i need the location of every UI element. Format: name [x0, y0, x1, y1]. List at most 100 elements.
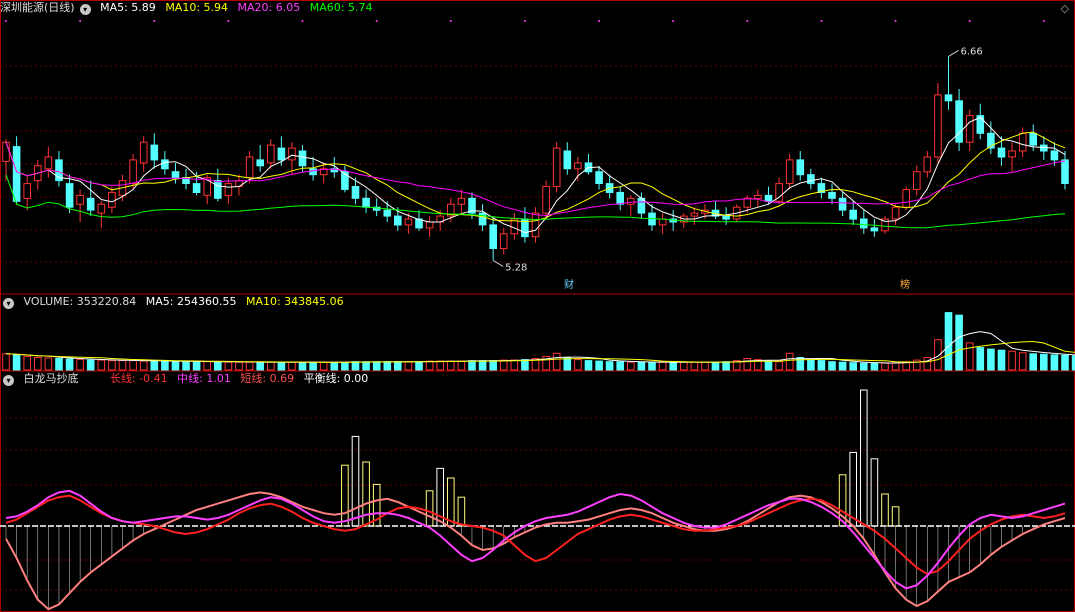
candle-up: [934, 94, 942, 158]
volume-bar-down: [351, 361, 360, 371]
marker-dot: [449, 20, 452, 22]
stock-title: 深圳能源(日线): [0, 1, 75, 14]
volume-bar-up: [574, 359, 582, 371]
volume-bar-up: [701, 361, 709, 371]
volume-bar-down: [192, 361, 201, 371]
volume-bar-up: [23, 355, 31, 371]
marker-dot: [375, 20, 378, 22]
candle-down: [860, 218, 868, 229]
volume-bar-up: [447, 360, 455, 371]
candle-down: [849, 209, 858, 220]
candle-down: [351, 186, 360, 199]
candle-down: [192, 183, 201, 194]
settings-icon[interactable]: ▾: [79, 4, 91, 15]
volume-bar-down: [171, 361, 180, 371]
volume-bar-down: [521, 359, 529, 371]
candle-up: [913, 171, 921, 190]
candle-down: [150, 144, 159, 161]
volume-bar-up: [627, 361, 635, 371]
volume-bar-up: [680, 361, 688, 371]
diamond-icon[interactable]: ◇: [1061, 2, 1069, 15]
candle-up: [97, 203, 106, 214]
volume-bar-down: [256, 361, 264, 371]
candle-down: [65, 183, 74, 208]
candle-up: [552, 147, 561, 188]
candle-up: [235, 180, 243, 188]
indicator-header: ▾ 白龙马抄底 长线: -0.41 中线: 1.01 短线: 0.69 平衡线:…: [0, 371, 374, 387]
volume-bar-down: [870, 362, 879, 371]
candle-up: [288, 147, 296, 161]
candle-down: [944, 94, 953, 102]
cai-badge[interactable]: 财: [562, 280, 576, 292]
volume-bar-up: [510, 359, 519, 371]
mid-line-label: 中线: 1.01: [177, 372, 231, 385]
candle-down: [171, 171, 180, 179]
volume-bar-down: [828, 361, 836, 371]
candle-down: [394, 215, 402, 226]
volume-bar-up: [108, 360, 116, 371]
candle-down: [870, 227, 879, 232]
signal-bar: [881, 493, 889, 527]
volume-bar-up: [288, 361, 296, 371]
volume-bar-down: [595, 360, 603, 371]
candle-up: [224, 183, 233, 196]
volume-bar-up: [457, 360, 466, 371]
volume-bar-up: [425, 360, 434, 371]
candle-down: [807, 174, 815, 185]
volume-ma5-label: MA5: 254360.55: [145, 295, 237, 308]
candle-up: [754, 194, 762, 199]
candle-down: [616, 191, 625, 205]
volume-bar-down: [309, 361, 317, 371]
candle-up: [139, 141, 148, 164]
volume-bar-down: [277, 361, 286, 371]
volume-bar-down: [1029, 353, 1038, 371]
bang-badge[interactable]: 榜: [898, 280, 912, 292]
volume-bar-down: [383, 361, 392, 371]
signal-bar: [891, 506, 900, 527]
volume-bar-up: [1008, 350, 1016, 371]
indicator-settings-icon[interactable]: ▾: [3, 375, 14, 386]
candle-up: [404, 218, 413, 226]
volume-settings-icon[interactable]: ▾: [3, 298, 14, 309]
volume-bar-up: [267, 361, 275, 371]
volume-bar-up: [319, 361, 328, 371]
volume-bar-up: [965, 342, 974, 371]
marker-dot: [1042, 20, 1045, 22]
volume-bar-down: [341, 361, 349, 371]
volume-bar-up: [690, 361, 699, 371]
volume-bar-up: [1018, 352, 1027, 371]
volume-bar-up: [775, 361, 783, 371]
volume-bar-up: [235, 361, 243, 371]
volume-bar-up: [2, 353, 10, 371]
volume-bar-up: [139, 360, 148, 371]
candle-up: [891, 206, 900, 220]
candle-up: [2, 141, 10, 162]
candle-up: [1008, 150, 1016, 158]
chart-stage: 6.66 5.28 深圳能源(日线) ▾ MA5: 5.89 MA10: 5.94 …: [0, 0, 1075, 612]
balance-line-label: 平衡线: 0.00: [303, 372, 369, 385]
volume-bar-up: [129, 360, 137, 371]
volume-ma10-label: MA10: 343845.06: [245, 295, 344, 308]
volume-bar-down: [669, 361, 678, 371]
volume-bar-down: [849, 362, 858, 371]
short-line-label: 短线: 0.69: [240, 372, 295, 385]
candle-up: [44, 156, 53, 170]
marker-dot: [968, 20, 971, 22]
volume-bar-down: [330, 361, 339, 371]
candle-down: [86, 197, 95, 211]
volume-bar-down: [415, 361, 423, 371]
volume-bar-up: [923, 357, 932, 371]
ma60-label: MA60: 5.74: [309, 1, 373, 14]
volume-bar-down: [987, 348, 995, 371]
volume-bar-up: [436, 360, 444, 371]
volume-bar-down: [86, 359, 95, 371]
ma10-label: MA10: 5.94: [165, 1, 229, 14]
candle-up: [1018, 132, 1027, 152]
low-pointer: [492, 259, 504, 267]
volume-bar-down: [1061, 354, 1069, 371]
volume-bar-down: [161, 360, 169, 371]
volume-ma5-line: [5, 331, 1075, 364]
volume-bar-down: [394, 361, 402, 371]
volume-bar-up: [203, 361, 211, 371]
volume-bar-down: [838, 361, 847, 371]
